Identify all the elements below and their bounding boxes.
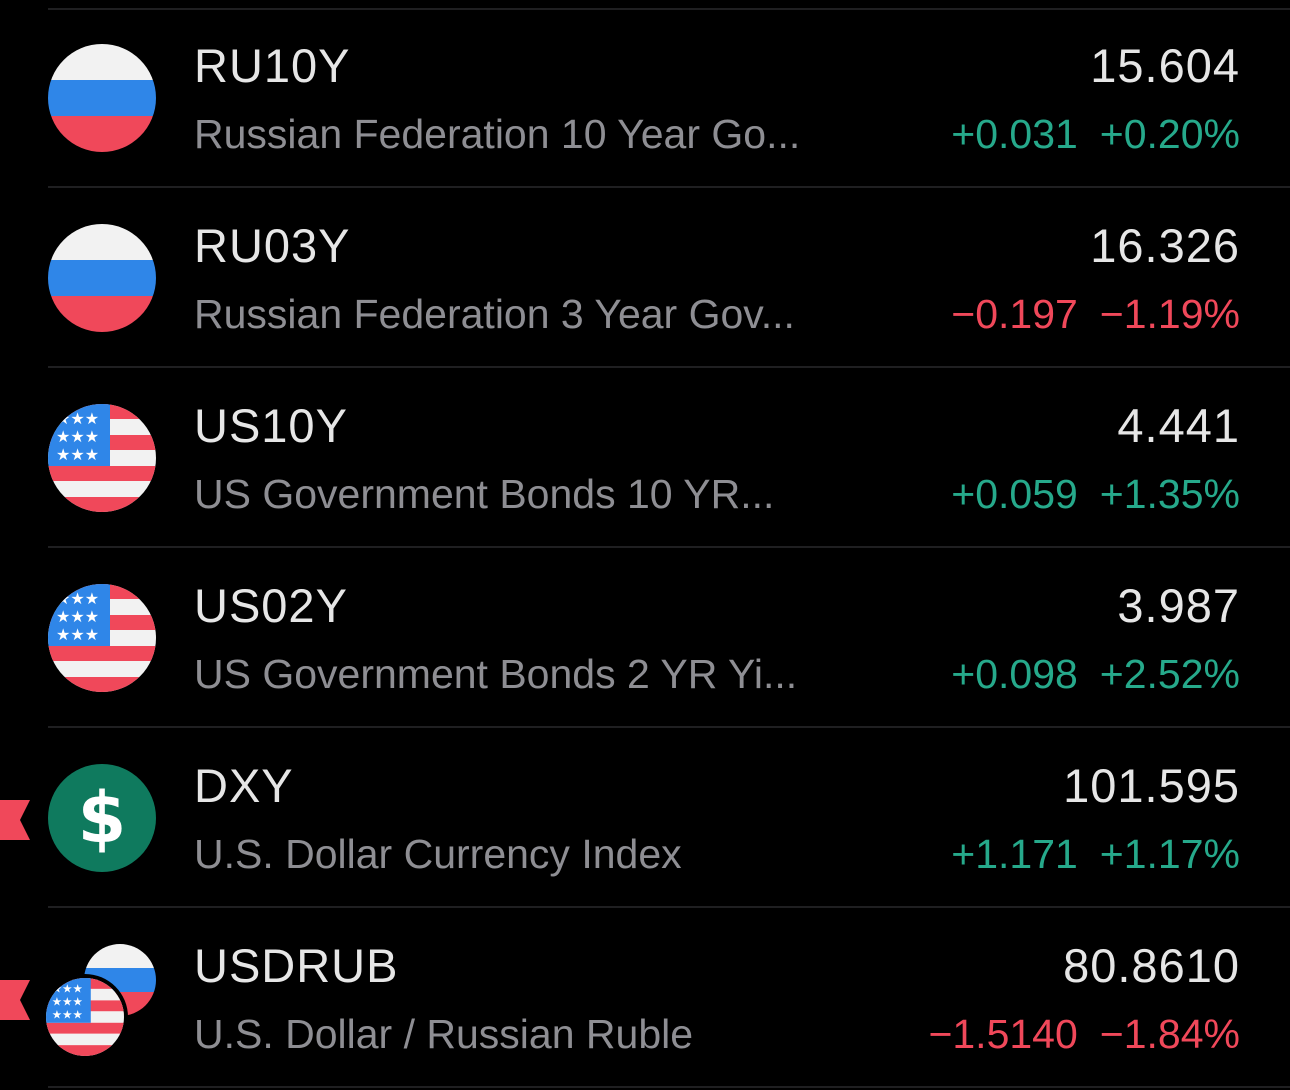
row-changes: −0.197 −1.19%	[951, 291, 1240, 338]
watchlist-row[interactable]: RU10Y Russian Federation 10 Year Go... 1…	[48, 8, 1290, 188]
svg-text:★★★: ★★★	[56, 625, 99, 644]
row-description: U.S. Dollar Currency Index	[194, 831, 682, 877]
svg-text:★★★: ★★★	[56, 589, 99, 608]
row-price: 16.326	[1090, 219, 1240, 272]
row-change-percent: +2.52%	[1099, 651, 1240, 697]
row-changes: +0.059 +1.35%	[951, 471, 1240, 518]
row-price: 15.604	[1090, 39, 1240, 92]
svg-text:★★★: ★★★	[52, 1007, 83, 1021]
row-symbol: RU10Y	[194, 39, 351, 92]
usa-flag-icon: ★★★ ★★★ ★★★	[48, 404, 156, 512]
watchlist: RU10Y Russian Federation 10 Year Go... 1…	[0, 8, 1290, 1088]
usa-flag-icon: ★★★ ★★★ ★★★	[46, 978, 124, 1056]
row-changes: −1.5140 −1.84%	[928, 1011, 1240, 1058]
svg-text:★★★: ★★★	[52, 994, 83, 1008]
row-symbol: DXY	[194, 759, 294, 812]
svg-text:★★★: ★★★	[56, 409, 99, 428]
russia-flag-icon	[48, 224, 156, 332]
row-change: −0.197	[951, 291, 1078, 337]
svg-text:★★★: ★★★	[52, 981, 83, 995]
row-changes: +0.098 +2.52%	[951, 651, 1240, 698]
row-changes: +1.171 +1.17%	[951, 831, 1240, 878]
row-price: 101.595	[1063, 759, 1240, 812]
row-change: +0.098	[951, 651, 1078, 697]
row-change: +0.059	[951, 471, 1078, 517]
svg-text:$: $	[78, 777, 127, 859]
flag-marker-icon	[0, 800, 30, 840]
row-changes: +0.031 +0.20%	[951, 111, 1240, 158]
row-change-percent: +1.17%	[1099, 831, 1240, 877]
flag-marker-icon	[0, 980, 30, 1020]
usa-flag-icon: ★★★ ★★★ ★★★	[48, 584, 156, 692]
row-change-percent: +0.20%	[1099, 111, 1240, 157]
row-symbol: USDRUB	[194, 939, 399, 992]
row-change-percent: −1.19%	[1099, 291, 1240, 337]
row-description: U.S. Dollar / Russian Ruble	[194, 1011, 694, 1057]
row-symbol: US02Y	[194, 579, 348, 632]
row-change-percent: +1.35%	[1099, 471, 1240, 517]
watchlist-row[interactable]: ★★★ ★★★ ★★★ US02Y US Government Bonds 2 …	[48, 548, 1290, 728]
row-change: +1.171	[951, 831, 1078, 877]
row-symbol: US10Y	[194, 399, 348, 452]
russia-flag-icon	[48, 44, 156, 152]
dollar-sign-icon: $	[48, 764, 156, 872]
watchlist-row[interactable]: RU03Y Russian Federation 3 Year Gov... 1…	[48, 188, 1290, 368]
row-description: US Government Bonds 10 YR...	[194, 471, 775, 517]
row-symbol: RU03Y	[194, 219, 351, 272]
row-change: −1.5140	[928, 1011, 1078, 1057]
svg-text:★★★: ★★★	[56, 607, 99, 626]
row-change-percent: −1.84%	[1099, 1011, 1240, 1057]
watchlist-row[interactable]: ★★★ ★★★ ★★★ US10Y US Government Bonds 10…	[48, 368, 1290, 548]
svg-text:★★★: ★★★	[56, 427, 99, 446]
watchlist-row[interactable]: ★★★ ★★★ ★★★ USDRUB U.S. Dollar / Russian…	[0, 908, 1290, 1088]
watchlist-row[interactable]: $ DXY U.S. Dollar Currency Index 101.595…	[0, 728, 1290, 908]
svg-text:★★★: ★★★	[56, 445, 99, 464]
row-description: Russian Federation 10 Year Go...	[194, 111, 801, 157]
usd-rub-pair-icon: ★★★ ★★★ ★★★	[46, 944, 158, 1056]
row-price: 80.8610	[1063, 939, 1240, 992]
row-description: US Government Bonds 2 YR Yi...	[194, 651, 798, 697]
row-price: 3.987	[1117, 579, 1240, 632]
row-price: 4.441	[1117, 399, 1240, 452]
row-description: Russian Federation 3 Year Gov...	[194, 291, 795, 337]
row-change: +0.031	[951, 111, 1078, 157]
